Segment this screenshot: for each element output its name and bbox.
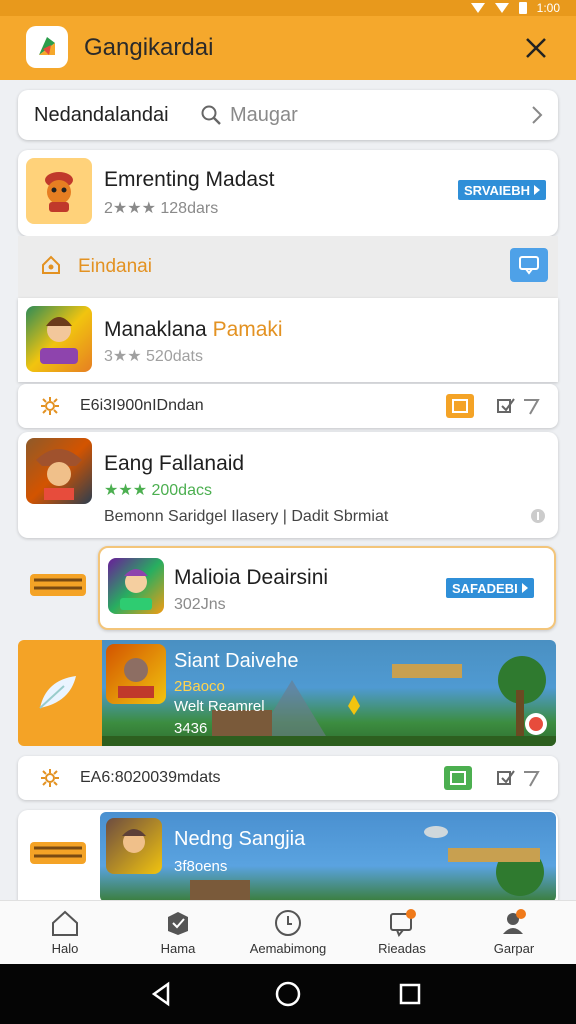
nav-item-profile[interactable]: Garpar xyxy=(459,907,569,956)
settings-icon xyxy=(41,769,59,787)
strip-image-button[interactable] xyxy=(446,394,474,418)
close-button[interactable] xyxy=(518,30,554,66)
game-title-highlight: Pamaki xyxy=(212,318,283,341)
game-thumbnail xyxy=(26,438,92,504)
search-icon xyxy=(201,105,221,125)
banner-subtitle: Welt Reamrel xyxy=(174,698,265,715)
info-strip[interactable]: EA6:8020039mdats xyxy=(18,756,558,800)
app-logo-icon xyxy=(26,26,68,68)
game-card-highlighted[interactable]: Malioia Deairsini 302Jns SAFADEBI xyxy=(98,546,556,630)
strip-edit-button[interactable] xyxy=(492,394,520,418)
info-strip[interactable]: E6i3I900nIDndan xyxy=(18,384,558,428)
nav-label: Aemabimong xyxy=(249,941,327,956)
game-thumbnail xyxy=(26,306,92,372)
wifi-icon xyxy=(470,3,485,13)
pencil-icon[interactable] xyxy=(522,396,540,416)
game-card[interactable]: Manaklana Pamaki 3★★ 520dats xyxy=(18,298,558,382)
pin-icon xyxy=(348,695,360,715)
side-logo-image xyxy=(30,842,86,864)
nav-item-clock[interactable]: Aemabimong xyxy=(233,907,343,956)
banner-tag xyxy=(448,848,540,862)
game-thumbnail xyxy=(108,558,164,614)
game-description: Bemonn Saridgel Ilasery | Dadit Sbrmiat xyxy=(104,508,389,525)
back-icon[interactable] xyxy=(148,980,176,1008)
banner-side xyxy=(18,640,102,746)
game-title: Eang Fallanaid xyxy=(104,452,245,475)
featured-card[interactable]: Emrenting Madast 2★★★ 128dars SRVAIEBH xyxy=(18,150,558,236)
info-icon[interactable] xyxy=(530,508,546,524)
game-title: Malioia Deairsini xyxy=(174,566,329,589)
info-strip-text: EA6:8020039mdats xyxy=(80,769,221,786)
strip-edit-button[interactable] xyxy=(492,766,520,790)
profile-icon xyxy=(503,909,526,934)
app-bar: Gangikardai xyxy=(0,16,576,80)
pencil-icon[interactable] xyxy=(522,768,540,788)
chevron-right-icon[interactable] xyxy=(530,104,544,126)
featured-thumbnail xyxy=(26,158,92,224)
battery-icon xyxy=(518,2,527,14)
chat-icon xyxy=(519,256,539,275)
game-card[interactable]: Eang Fallanaid ★★★ 200dacs Bemonn Saridg… xyxy=(18,432,558,538)
home-outline-icon xyxy=(42,255,60,274)
system-nav-bar xyxy=(0,964,576,1024)
banner-scene: Siant Daivehe 2Baoco Welt Reamrel 3436 xyxy=(102,640,556,746)
featured-title: Emrenting Madast xyxy=(104,168,275,191)
banner-subtitle: 3436 xyxy=(174,720,208,737)
promo-banner[interactable]: Nedng Sangjia 3f8oens xyxy=(100,812,556,902)
search-input[interactable] xyxy=(230,102,510,128)
banner-title: Nedng Sangjia xyxy=(174,828,306,850)
home-icon xyxy=(52,910,78,936)
game-action-button[interactable]: SAFADEBI xyxy=(446,578,534,598)
game-rating: 302Jns xyxy=(174,596,226,613)
banner-title: Siant Daivehe xyxy=(174,650,299,672)
edit-icon xyxy=(497,770,515,785)
clock-icon xyxy=(275,910,301,936)
close-icon xyxy=(526,38,546,58)
nav-label: Rieadas xyxy=(378,941,426,956)
featured-action-button[interactable]: SRVAIEBH xyxy=(458,180,546,200)
game-title-part: Manaklana xyxy=(104,318,207,341)
nav-label: Halo xyxy=(51,941,79,956)
status-time: 1:00 xyxy=(536,1,560,15)
chat-icon xyxy=(390,909,416,937)
status-bar: 1:00 xyxy=(0,0,576,16)
promo-banner[interactable]: Siant Daivehe 2Baoco Welt Reamrel 3436 xyxy=(18,640,556,746)
banner-scene: Nedng Sangjia 3f8oens xyxy=(100,812,556,902)
banner-thumbnail xyxy=(106,818,162,874)
strip-image-button[interactable] xyxy=(444,766,472,790)
banner-subtitle: 2Baoco xyxy=(174,678,225,695)
search-bar: Nedandalandai xyxy=(18,90,558,140)
bottom-nav: Halo Hama Aemabimong Rieadas Garpar xyxy=(0,900,576,964)
game-rating: ★★★ 200dacs xyxy=(104,482,212,499)
banner-tag xyxy=(392,664,462,678)
tag-icon xyxy=(168,912,188,935)
game-title: Manaklana Pamaki xyxy=(104,318,283,342)
nav-item-home[interactable]: Halo xyxy=(10,907,120,956)
nav-label: Garpar xyxy=(493,941,535,956)
signal-icon xyxy=(494,3,509,13)
nav-item-messages[interactable]: Rieadas xyxy=(347,907,457,956)
side-logo-image xyxy=(30,574,86,596)
banner-subtitle: 3f8oens xyxy=(174,858,228,875)
badge-icon xyxy=(525,713,547,735)
app-title: Gangikardai xyxy=(84,34,214,61)
nav-item-tag[interactable]: Hama xyxy=(123,907,233,956)
banner-thumbnail xyxy=(106,644,166,704)
settings-icon xyxy=(41,397,59,415)
search-label: Nedandalandai xyxy=(34,104,169,126)
home-circle-icon[interactable] xyxy=(274,980,302,1008)
featured-rating: 2★★★ 128dars xyxy=(104,200,219,217)
feather-icon xyxy=(39,676,76,709)
edit-icon xyxy=(497,398,515,413)
nav-label: Hama xyxy=(160,941,196,956)
image-icon xyxy=(452,399,468,413)
info-strip-text: E6i3I900nIDndan xyxy=(80,397,204,414)
section-chat-button[interactable] xyxy=(510,248,548,282)
game-rating: 3★★ 520dats xyxy=(104,348,203,365)
section-header: Eindanai xyxy=(18,236,558,298)
recents-icon[interactable] xyxy=(396,980,424,1008)
section-label: Eindanai xyxy=(78,256,152,277)
image-icon xyxy=(450,771,466,785)
